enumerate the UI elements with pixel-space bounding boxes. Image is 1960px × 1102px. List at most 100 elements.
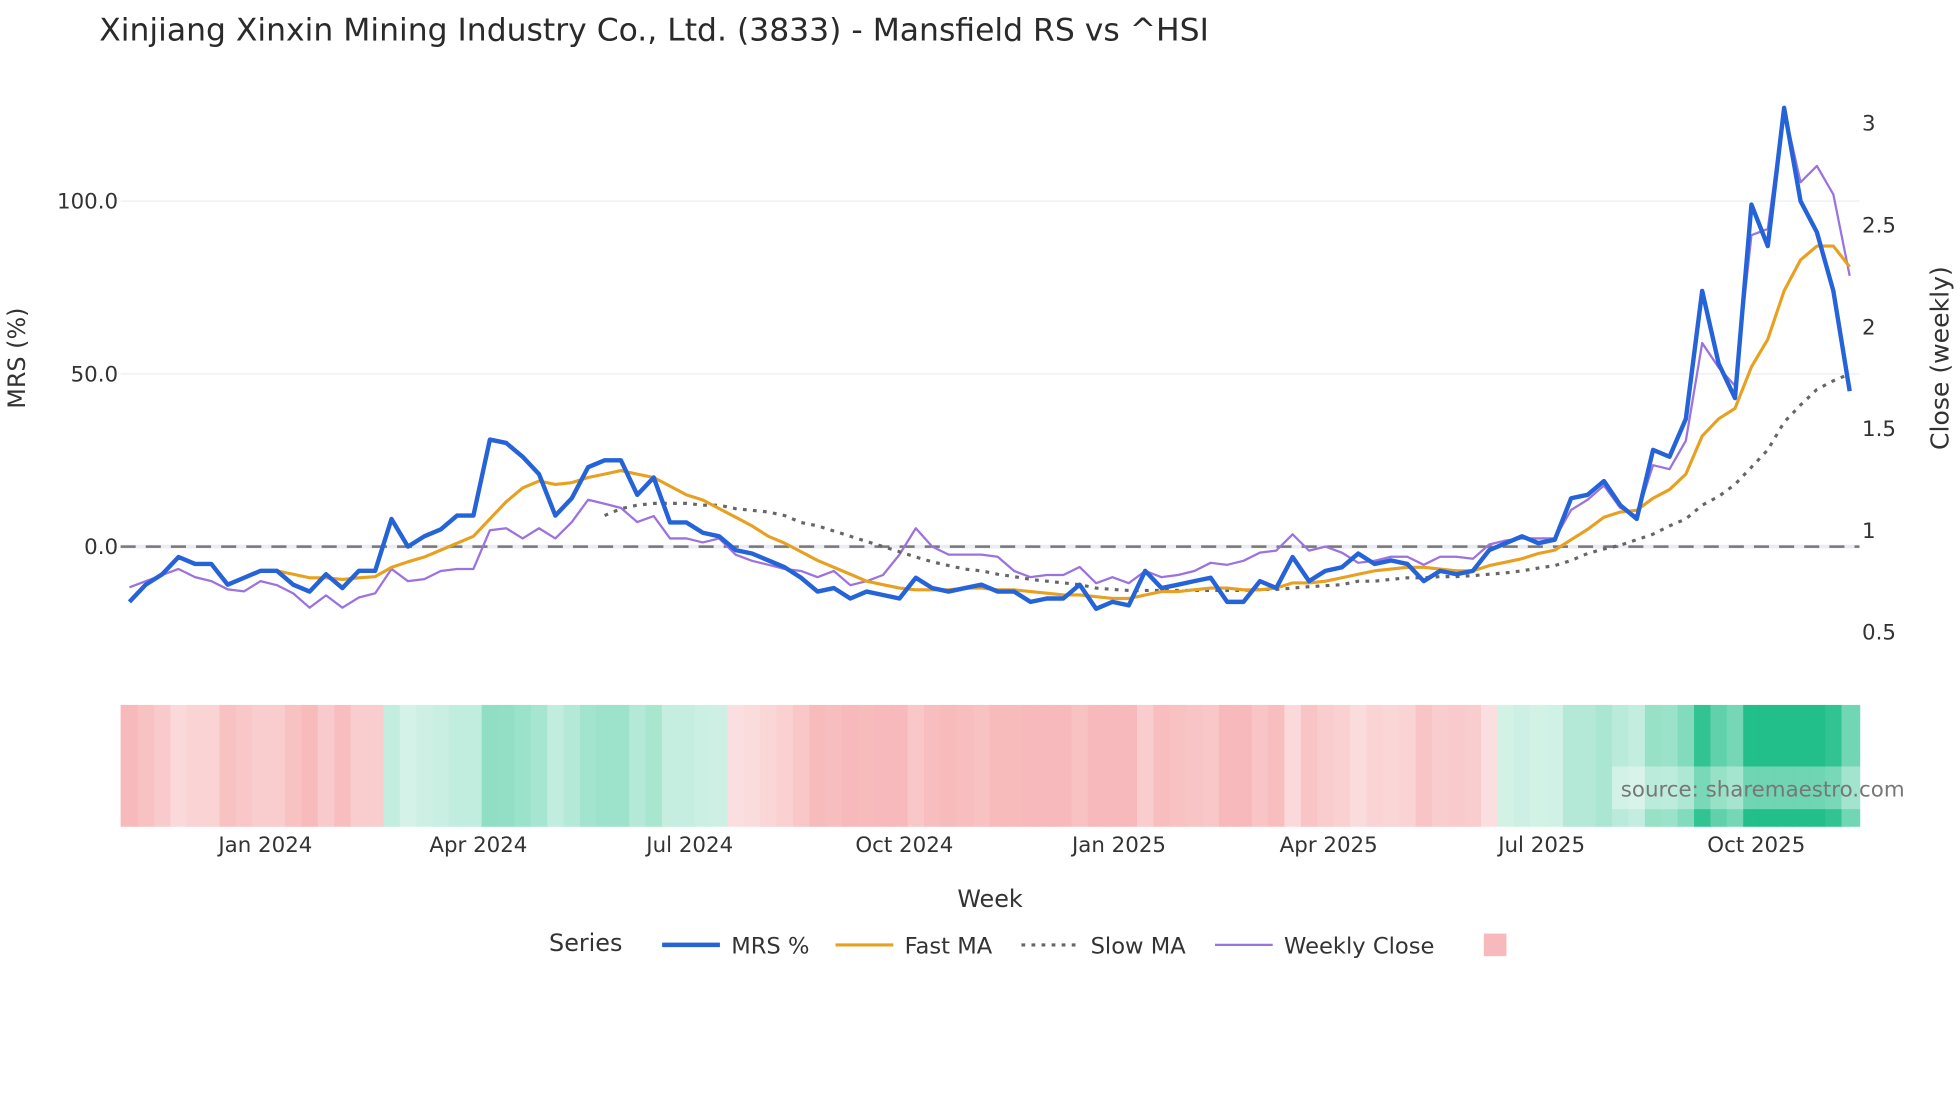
heatmap-cell xyxy=(907,704,925,827)
y-axis-title: MRS (%) xyxy=(3,308,31,409)
heatmap-cell xyxy=(465,704,483,827)
heatmap-cell xyxy=(1382,704,1400,827)
grid xyxy=(120,200,1860,549)
y2-tick-label: 1 xyxy=(1862,519,1876,544)
heatmap-cell xyxy=(678,704,696,827)
heatmap-cell xyxy=(1317,704,1335,827)
x-tick-label: Jan 2025 xyxy=(1070,833,1166,858)
heatmap-cell xyxy=(120,704,139,827)
heatmap-cell xyxy=(235,704,254,827)
heatmap-cell xyxy=(317,704,335,827)
x-tick-label: Apr 2024 xyxy=(429,833,527,858)
heatmap-cell xyxy=(776,704,794,827)
heatmap-cell xyxy=(1530,704,1548,827)
heatmap-cell xyxy=(809,704,827,827)
y2-tick-label: 0.5 xyxy=(1862,621,1896,646)
heatmap-band xyxy=(120,704,1861,827)
heatmap-cell xyxy=(842,704,860,827)
heatmap-cell xyxy=(1005,704,1024,827)
heatmap-cell xyxy=(1546,704,1564,827)
heatmap-cell xyxy=(1087,704,1105,827)
heatmap-cell xyxy=(661,704,680,827)
heatmap-cell xyxy=(1448,704,1466,827)
x-tick-label: Jul 2025 xyxy=(1496,833,1585,858)
heatmap-cell xyxy=(711,704,729,827)
heatmap-cell xyxy=(1251,704,1269,827)
y2-tick-label: 2 xyxy=(1862,315,1876,340)
heatmap-cell xyxy=(1284,704,1302,827)
x-tick-label: Oct 2025 xyxy=(1707,833,1805,858)
heatmap-cell xyxy=(203,704,221,827)
heatmap-cell xyxy=(858,704,876,827)
legend-label: Weekly Close xyxy=(1284,934,1434,960)
heatmap-cell xyxy=(219,704,237,827)
heatmap-cell xyxy=(1153,704,1171,827)
heatmap-cell xyxy=(383,704,401,827)
heatmap-cell xyxy=(940,704,958,827)
heatmap-cell xyxy=(1399,704,1417,827)
heatmap-cell xyxy=(1120,704,1138,827)
heatmap-cell xyxy=(350,704,368,827)
heatmap-cell xyxy=(891,704,909,827)
slow-ma-line xyxy=(603,372,1851,593)
heatmap-cell xyxy=(301,704,319,827)
heatmap-cell xyxy=(989,704,1007,827)
heatmap-cell xyxy=(1300,704,1318,827)
mrs-chart: Xinjiang Xinxin Mining Industry Co., Ltd… xyxy=(3,12,1955,960)
heatmap-cell xyxy=(448,704,467,827)
heatmap-cell xyxy=(1022,704,1040,827)
heatmap-cell xyxy=(792,704,811,827)
heatmap-cell xyxy=(481,704,499,827)
y-tick-label: 0.0 xyxy=(84,535,118,560)
heatmap-cell xyxy=(1235,704,1253,827)
heatmap-cell xyxy=(498,704,516,827)
heatmap-cell xyxy=(547,704,565,827)
heatmap-cell xyxy=(973,704,991,827)
heatmap-cell xyxy=(1431,704,1450,827)
legend-label: MRS % xyxy=(731,934,809,960)
heatmap-cell xyxy=(285,704,303,827)
heatmap-cell xyxy=(1513,704,1531,827)
heatmap-cell xyxy=(416,704,434,827)
legend: Series MRS % Fast MA Slow MA Weekly Close xyxy=(549,929,1507,960)
heatmap-cell xyxy=(1415,704,1433,827)
heatmap-cell xyxy=(579,704,598,827)
heatmap-cell xyxy=(924,704,942,827)
heatmap-cell xyxy=(874,704,893,827)
heatmap-cell xyxy=(563,704,581,827)
y-tick-label: 50.0 xyxy=(71,362,119,387)
heatmap-cell xyxy=(334,704,352,827)
heatmap-cell xyxy=(1038,704,1056,827)
heatmap-cell xyxy=(760,704,778,827)
x-axis-title: Week xyxy=(957,885,1023,913)
heatmap-cell xyxy=(825,704,843,827)
x-tick-label: Apr 2025 xyxy=(1280,833,1378,858)
heatmap-cell xyxy=(694,704,712,827)
heatmap-cell xyxy=(1186,704,1204,827)
heatmap-cell xyxy=(514,704,532,827)
heatmap-cell xyxy=(137,704,155,827)
heatmap-cell xyxy=(1333,704,1351,827)
heatmap-cell xyxy=(1202,704,1220,827)
heatmap-cell xyxy=(743,704,761,827)
legend-label: Slow MA xyxy=(1091,934,1187,960)
heatmap-cell xyxy=(1169,704,1187,827)
heatmap-cell xyxy=(432,704,450,827)
heatmap-cell xyxy=(366,704,385,827)
heatmap-cell xyxy=(956,704,974,827)
heatmap-cell xyxy=(1366,704,1384,827)
heatmap-cell xyxy=(596,704,614,827)
heatmap-cell xyxy=(1137,704,1155,827)
heatmap-cell xyxy=(1562,704,1581,827)
heatmap-cell xyxy=(645,704,663,827)
y2-tick-label: 1.5 xyxy=(1862,417,1896,442)
heatmap-cell xyxy=(1071,704,1089,827)
x-tick-label: Jan 2024 xyxy=(216,833,312,858)
y2-axis-title: Close (weekly) xyxy=(1926,266,1955,450)
heatmap-cell xyxy=(1579,704,1597,827)
legend-title: Series xyxy=(549,929,622,957)
heatmap-cell xyxy=(629,704,647,827)
heatmap-cell xyxy=(1104,704,1122,827)
heatmap-cell xyxy=(1349,704,1368,827)
y2-axis-ticks: 0.5 1 1.5 2 2.5 3 xyxy=(1862,112,1896,646)
